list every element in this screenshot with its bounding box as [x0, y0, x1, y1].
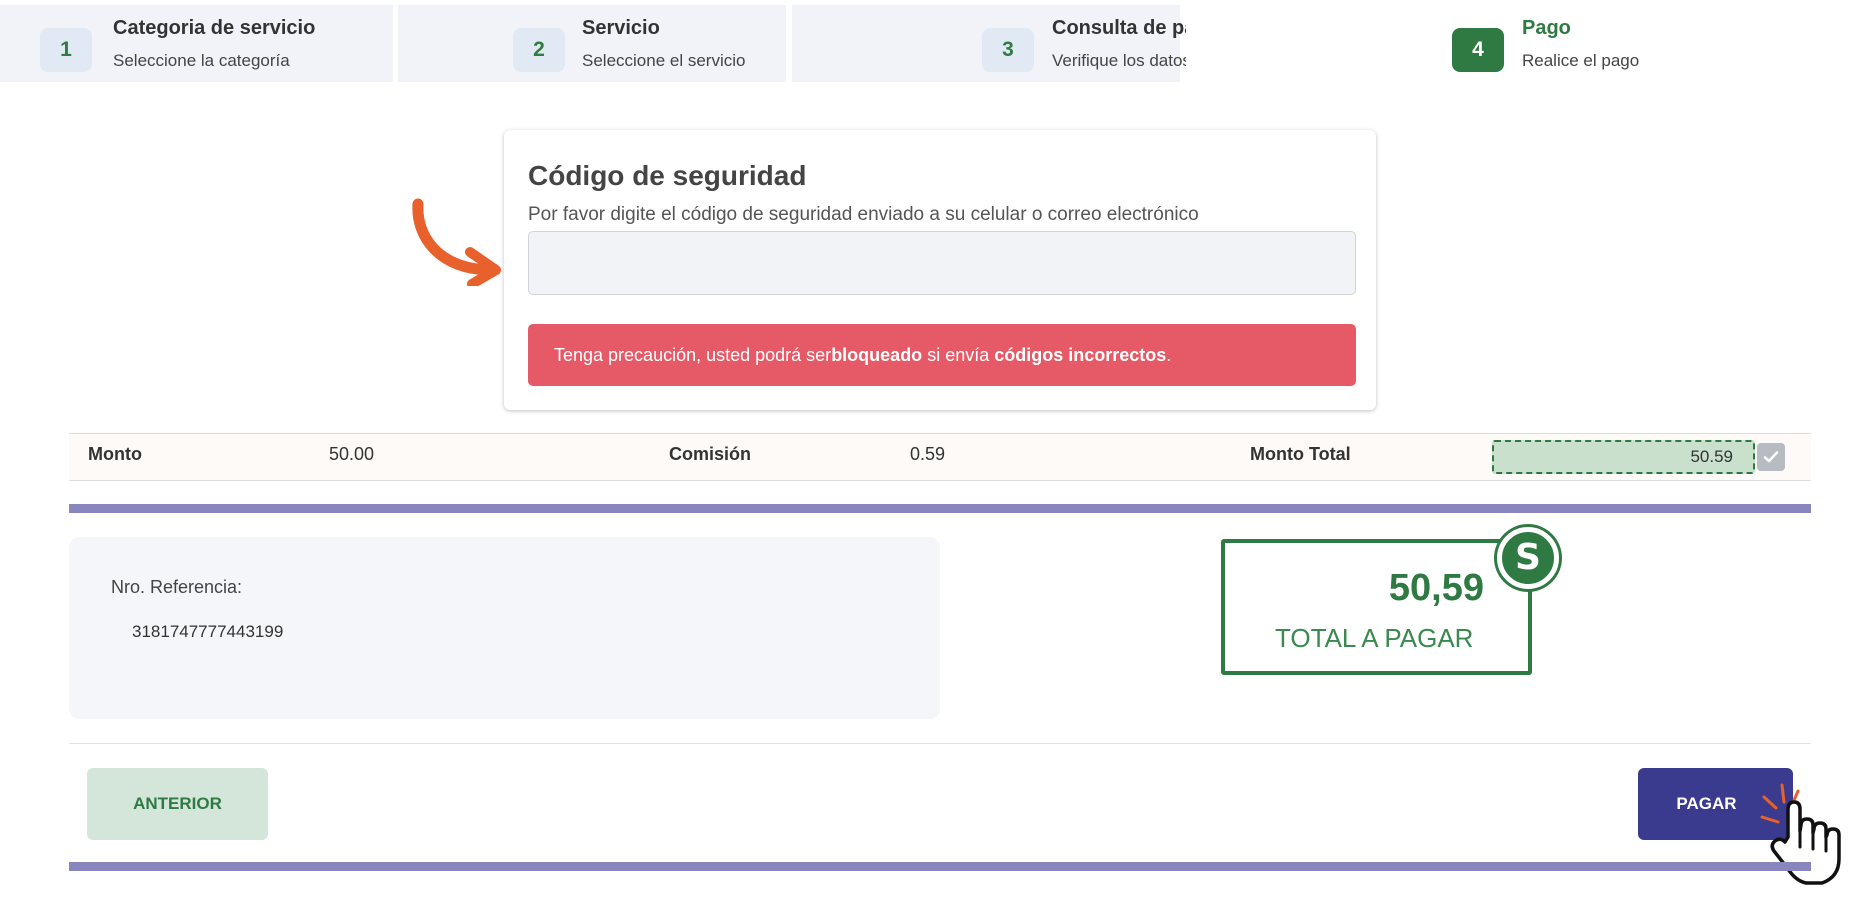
reference-card: Nro. Referencia: 3181747777443199 — [69, 537, 940, 719]
divider — [69, 743, 1811, 744]
step-subtitle: Seleccione el servicio — [582, 51, 746, 70]
step-subtitle: Seleccione la categoría — [113, 51, 290, 70]
step-number: 2 — [513, 28, 565, 72]
step-subtitle: Realice el pago — [1522, 51, 1640, 70]
section-divider-bar — [69, 504, 1811, 513]
total-amount-field[interactable]: 50.59 — [1492, 440, 1755, 474]
curved-arrow-icon — [412, 198, 501, 286]
step-number: 3 — [982, 28, 1034, 72]
warning-text: Tenga precaución, usted podrá ser — [554, 344, 832, 365]
warning-text: . — [1166, 344, 1172, 365]
reference-label: Nro. Referencia: — [111, 577, 243, 597]
total-to-pay-label: TOTAL A PAGAR — [1275, 623, 1474, 653]
step-title: Servicio — [582, 17, 660, 39]
stepper: 1 Categoria de servicio Seleccione la ca… — [0, 0, 1868, 82]
pointing-hand-icon — [1760, 783, 1841, 885]
step-payment[interactable]: 4 Pago Realice el pago — [1186, 5, 1868, 82]
total-to-pay-box: 50,59 TOTAL A PAGAR — [1221, 539, 1532, 675]
warning-bold-codes: códigos incorrectos — [994, 344, 1167, 365]
warning-bold-blocked: bloqueado — [831, 344, 923, 365]
reference-value: 3181747777443199 — [132, 622, 284, 641]
step-service[interactable]: 2 Servicio Seleccione el servicio — [398, 5, 786, 82]
totals-row: Monto 50.00 Comisión 0.59 Monto Total 50… — [69, 433, 1811, 481]
step-subtitle: Verifique los datos — [1052, 51, 1191, 70]
amount-value: 50.00 — [329, 444, 375, 464]
amount-label: Monto — [88, 444, 142, 464]
step-title: Pago — [1522, 17, 1571, 39]
commission-value: 0.59 — [910, 444, 946, 464]
security-code-title: Código de seguridad — [528, 160, 807, 191]
section-divider-bar — [69, 862, 1811, 871]
dollar-symbol: S — [1515, 537, 1541, 578]
step-payment-query[interactable]: 3 Consulta de pago Verifique los datos — [792, 5, 1220, 82]
security-code-instruction: Por favor digite el código de seguridad … — [528, 204, 1199, 225]
confirm-checkbox[interactable] — [1757, 443, 1785, 471]
commission-label: Comisión — [669, 444, 752, 464]
check-icon — [1763, 451, 1779, 463]
warning-alert: Tenga precaución, usted podrá ser bloque… — [528, 324, 1356, 386]
previous-button[interactable]: ANTERIOR — [87, 768, 268, 840]
step-number: 1 — [40, 28, 92, 72]
step-number: 4 — [1452, 28, 1504, 72]
total-to-pay-amount: 50,59 — [1388, 567, 1484, 609]
total-amount-label: Monto Total — [1250, 444, 1351, 464]
step-category[interactable]: 1 Categoria de servicio Seleccione la ca… — [0, 5, 393, 82]
dollar-icon: S — [1497, 527, 1559, 589]
step-title: Categoria de servicio — [113, 17, 316, 39]
warning-text: si envía — [922, 344, 995, 365]
security-code-card: Código de seguridad Por favor digite el … — [504, 130, 1376, 410]
security-code-input[interactable] — [528, 231, 1356, 295]
